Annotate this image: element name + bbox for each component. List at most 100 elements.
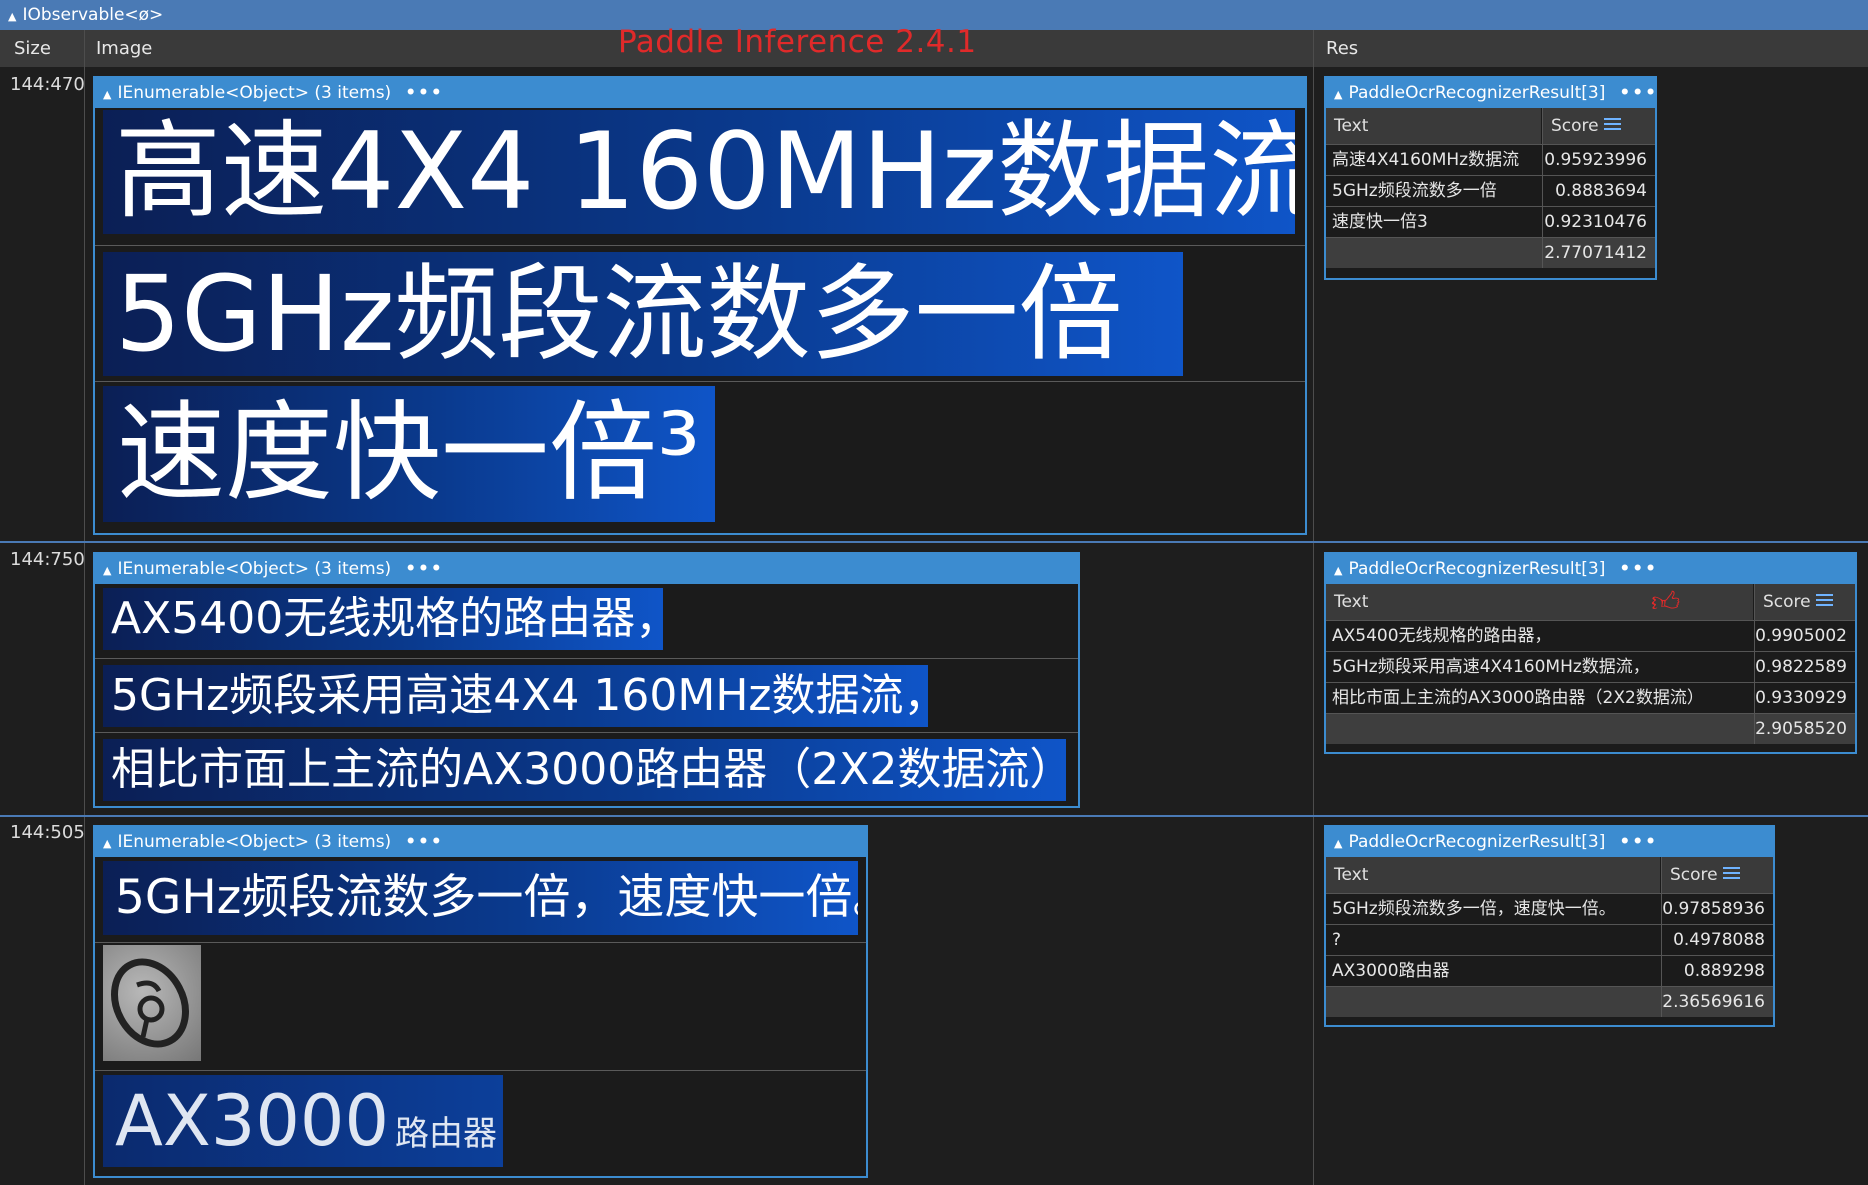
more-options-icon[interactable]: •••	[405, 559, 444, 579]
image-panel: ▲ IEnumerable<Object> (3 items) ••• AX5400…	[93, 552, 1080, 808]
total-empty-cell	[1326, 237, 1542, 268]
table-cell-text: AX3000路由器	[1326, 955, 1661, 986]
table-total-score: 2.9058520	[1754, 713, 1855, 744]
list-item: AX3000 路由器	[95, 1070, 866, 1176]
more-options-icon[interactable]: •••	[1619, 83, 1658, 103]
panel-title: IEnumerable<Object> (3 items)	[117, 83, 392, 103]
result-panel: ▲ PaddleOcrRecognizerResult[3] ••• Text Sc…	[1324, 76, 1657, 280]
menu-lines-icon[interactable]	[1722, 866, 1740, 880]
image-panel-header[interactable]: ▲ IEnumerable<Object> (3 items) •••	[95, 554, 1078, 584]
image-panel-header[interactable]: ▲ IEnumerable<Object> (3 items) •••	[95, 827, 866, 857]
more-options-icon[interactable]: •••	[1619, 559, 1658, 579]
table-cell-text: 相比市面上主流的AX3000路由器（2X2数据流）	[1326, 682, 1754, 713]
col-text-header[interactable]: Text	[1326, 584, 1753, 620]
table-cell-text: 高速4X4160MHz数据流	[1326, 144, 1542, 175]
table-total-score: 2.77071412	[1542, 237, 1655, 268]
col-score-header[interactable]: Score	[1542, 108, 1655, 144]
table-cell-score: 0.95923996	[1542, 144, 1655, 175]
router-logo-icon	[111, 958, 189, 1048]
more-options-icon[interactable]: •••	[1619, 832, 1658, 852]
table-total-score: 2.36569616	[1661, 986, 1773, 1017]
ocr-image: AX5400无线规格的路由器，	[103, 588, 663, 650]
table-cell-score: 0.9905002	[1754, 620, 1855, 651]
list-item: 5GHz频段采用高速4X4 160MHz数据流，	[95, 658, 1078, 732]
col-score-header[interactable]: Score	[1754, 584, 1855, 620]
col-text-header[interactable]: Text	[1326, 857, 1660, 893]
result-panel-header[interactable]: ▲ PaddleOcrRecognizerResult[3] •••	[1326, 554, 1855, 584]
table-cell-score: 0.9822589	[1754, 651, 1855, 682]
collapse-triangle-icon[interactable]: ▲	[103, 88, 111, 101]
row-size: 144:505	[10, 822, 85, 843]
col-score-label: Score	[1551, 116, 1599, 136]
collapse-triangle-icon[interactable]: ▲	[1334, 88, 1342, 101]
ocr-image: AX3000 路由器	[103, 1075, 503, 1167]
panel-title: PaddleOcrRecognizerResult[3]	[1348, 559, 1606, 579]
list-item: 5GHz频段流数多一倍，速度快一倍。	[95, 857, 866, 942]
total-empty-cell	[1326, 713, 1754, 744]
table-cell-score: 0.9330929	[1754, 682, 1855, 713]
list-item: 速度快一倍³	[95, 381, 1305, 533]
panel-title: IEnumerable<Object> (3 items)	[117, 832, 392, 852]
table-cell-score: 0.92310476	[1542, 206, 1655, 237]
collapse-triangle-icon[interactable]: ▲	[1334, 564, 1342, 577]
column-divider	[1313, 30, 1314, 1185]
ocr-image: 速度快一倍³	[103, 386, 715, 522]
window-title: IObservable<ø>	[22, 5, 164, 25]
table-cell-score: 0.889298	[1661, 955, 1773, 986]
result-panel-header[interactable]: ▲ PaddleOcrRecognizerResult[3] •••	[1326, 78, 1658, 108]
table-cell-text: 5GHz频段流数多一倍，速度快一倍。	[1326, 893, 1661, 924]
list-item	[95, 942, 866, 1070]
column-image[interactable]: Image	[82, 30, 152, 67]
ocr-image: 5GHz频段流数多一倍，速度快一倍。	[103, 861, 858, 935]
menu-lines-icon[interactable]	[1815, 593, 1833, 607]
ocr-image: 高速4X4 160MHz数据流	[103, 110, 1295, 234]
menu-lines-icon[interactable]	[1603, 117, 1621, 131]
panel-title: IEnumerable<Object> (3 items)	[117, 559, 392, 579]
collapse-triangle-icon[interactable]: ▲	[8, 10, 16, 23]
logo-image	[103, 945, 201, 1061]
more-options-icon[interactable]: •••	[405, 832, 444, 852]
row-separator	[0, 541, 1868, 543]
ocr-text-large: AX3000	[115, 1080, 389, 1162]
col-score-header[interactable]: Score	[1661, 857, 1773, 893]
list-item: 5GHz频段流数多一倍	[95, 245, 1305, 381]
panel-title: PaddleOcrRecognizerResult[3]	[1348, 832, 1606, 852]
result-panel: ▲ PaddleOcrRecognizerResult[3] ••• Text Sc…	[1324, 825, 1775, 1027]
collapse-triangle-icon[interactable]: ▲	[1334, 837, 1342, 850]
row-size: 144:470	[10, 74, 85, 95]
col-score-label: Score	[1763, 592, 1811, 612]
table-cell-text: AX5400无线规格的路由器，	[1326, 620, 1754, 651]
total-empty-cell	[1326, 986, 1661, 1017]
panel-title: PaddleOcrRecognizerResult[3]	[1348, 83, 1606, 103]
table-cell-text: 速度快一倍3	[1326, 206, 1542, 237]
column-res[interactable]: Res	[1312, 30, 1358, 67]
ocr-image: 5GHz频段采用高速4X4 160MHz数据流，	[103, 665, 928, 727]
more-options-icon[interactable]: •••	[405, 83, 444, 103]
table-cell-score: 0.4978088	[1661, 924, 1773, 955]
table-cell-score: 0.97858936	[1661, 893, 1773, 924]
image-panel: ▲ IEnumerable<Object> (3 items) ••• 高速4X4 …	[93, 76, 1307, 535]
row-separator	[0, 815, 1868, 817]
list-item: 相比市面上主流的AX3000路由器（2X2数据流）	[95, 732, 1078, 806]
col-text-header[interactable]: Text	[1326, 108, 1541, 144]
table-cell-text: 5GHz频段采用高速4X4160MHz数据流，	[1326, 651, 1754, 682]
table-cell-text: 5GHz频段流数多一倍	[1326, 175, 1542, 206]
watermark-text: Paddle Inference 2.4.1	[618, 24, 977, 60]
collapse-triangle-icon[interactable]: ▲	[103, 564, 111, 577]
list-item: 高速4X4 160MHz数据流	[95, 108, 1305, 245]
ocr-image: 相比市面上主流的AX3000路由器（2X2数据流）	[103, 739, 1066, 801]
table-cell-text: ?	[1326, 924, 1661, 955]
image-panel: ▲ IEnumerable<Object> (3 items) ••• 5GHz频段…	[93, 825, 868, 1178]
column-size[interactable]: Size	[0, 30, 51, 67]
ocr-text-small: 路由器	[394, 1114, 497, 1154]
row-size: 144:750	[10, 549, 85, 570]
column-divider	[84, 30, 85, 1185]
image-panel-header[interactable]: ▲ IEnumerable<Object> (3 items) •••	[95, 78, 1305, 108]
result-panel-header[interactable]: ▲ PaddleOcrRecognizerResult[3] •••	[1326, 827, 1773, 857]
thumbs-up-icon: 👍︎	[1651, 585, 1681, 618]
table-cell-score: 0.8883694	[1542, 175, 1655, 206]
collapse-triangle-icon[interactable]: ▲	[103, 837, 111, 850]
result-panel: ▲ PaddleOcrRecognizerResult[3] ••• Text 👍︎…	[1324, 552, 1857, 754]
list-item: AX5400无线规格的路由器，	[95, 584, 1078, 658]
col-score-label: Score	[1670, 865, 1718, 885]
